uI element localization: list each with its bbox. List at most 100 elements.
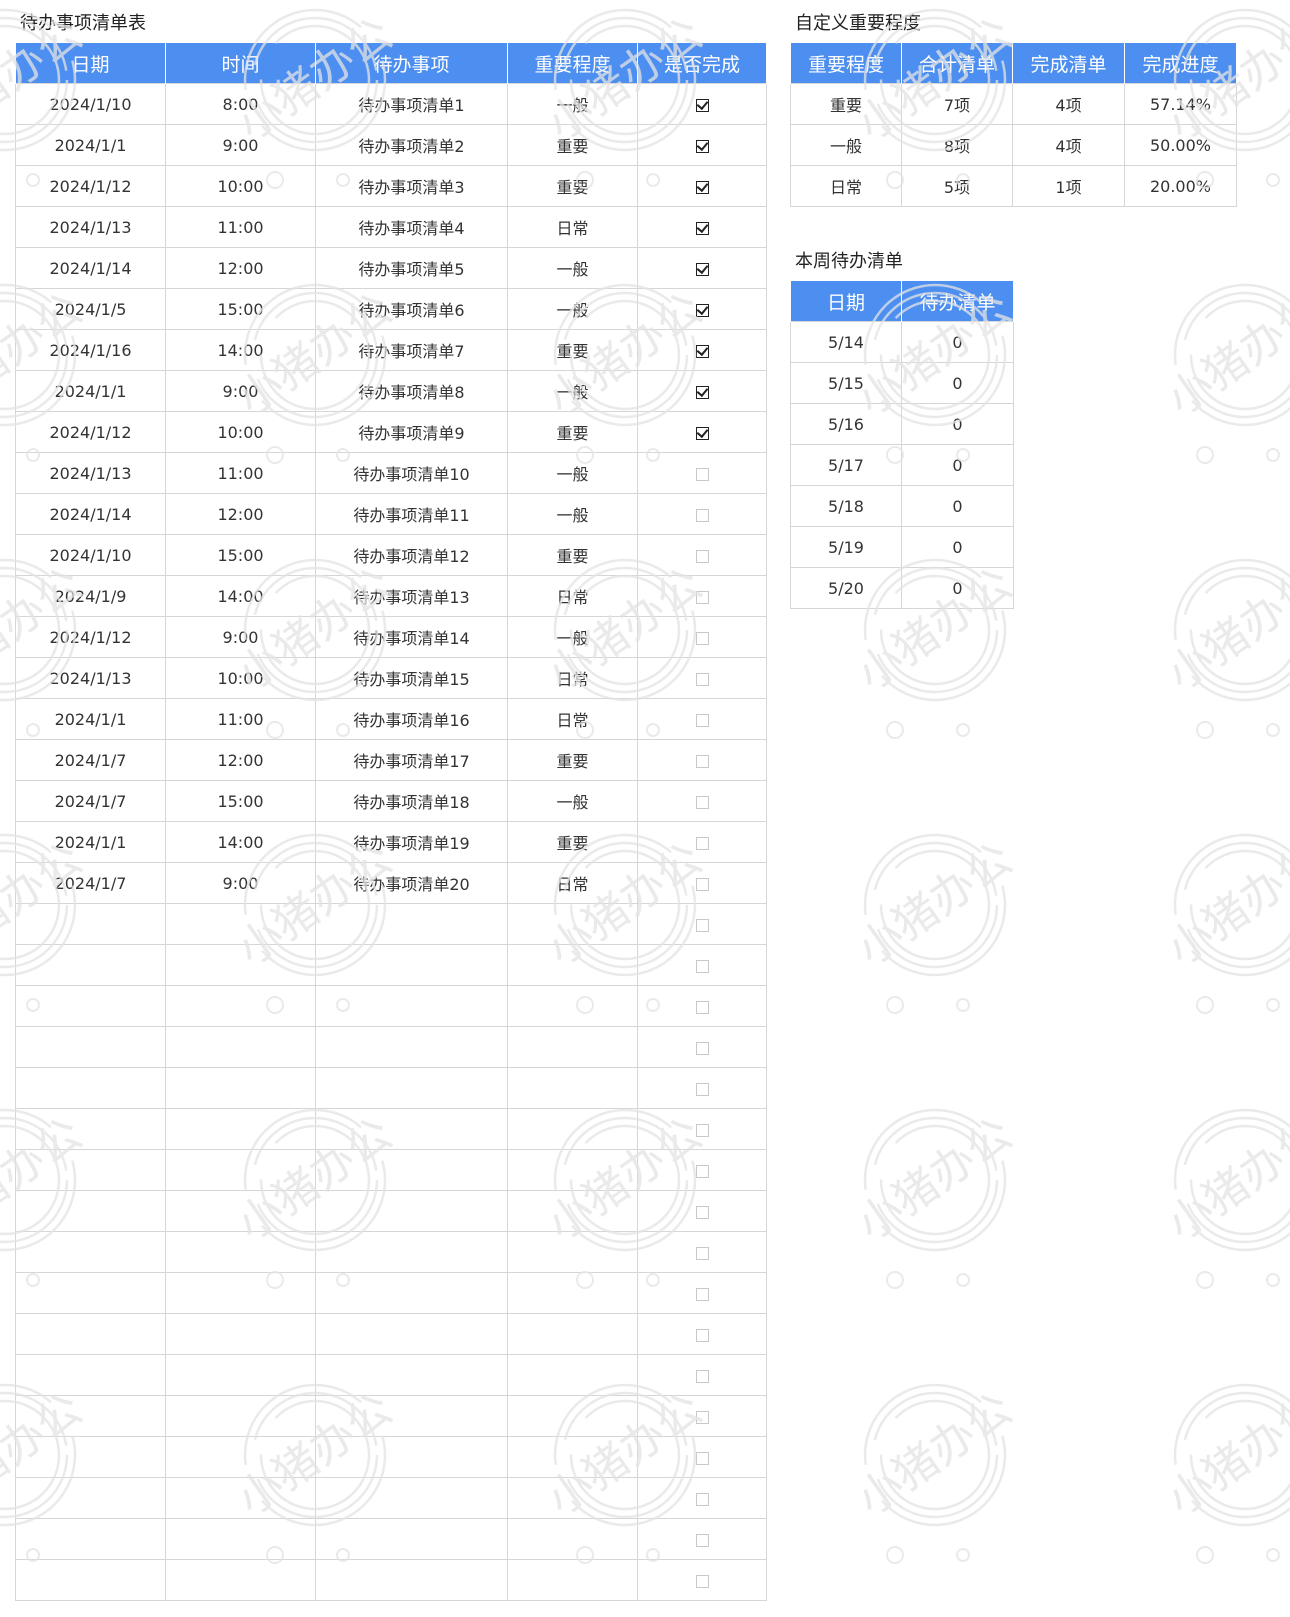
checkbox-checked[interactable]: [695, 139, 709, 153]
todo-item-cell[interactable]: [315, 1436, 508, 1478]
todo-priority-cell[interactable]: 重要: [507, 165, 638, 207]
week-count-cell[interactable]: 0: [901, 444, 1014, 486]
todo-priority-cell[interactable]: [507, 985, 638, 1027]
checkbox-unchecked[interactable]: [695, 1123, 709, 1137]
todo-priority-cell[interactable]: [507, 1436, 638, 1478]
todo-item-cell[interactable]: 待办事项清单6: [315, 288, 508, 330]
todo-date-cell[interactable]: [15, 985, 166, 1027]
todo-item-cell[interactable]: [315, 1026, 508, 1068]
todo-priority-cell[interactable]: 日常: [507, 657, 638, 699]
todo-item-cell[interactable]: 待办事项清单16: [315, 698, 508, 740]
header-total[interactable]: 合计清单: [901, 43, 1013, 84]
todo-time-cell[interactable]: [165, 1313, 316, 1355]
todo-priority-cell[interactable]: [507, 1067, 638, 1109]
todo-item-cell[interactable]: [315, 985, 508, 1027]
todo-priority-cell[interactable]: 重要: [507, 124, 638, 166]
checkbox-unchecked[interactable]: [695, 467, 709, 481]
todo-priority-cell[interactable]: 日常: [507, 698, 638, 740]
todo-date-cell[interactable]: [15, 1313, 166, 1355]
todo-time-cell[interactable]: 10:00: [165, 411, 316, 453]
header-week-count[interactable]: 待办清单: [901, 281, 1014, 322]
checkbox-checked[interactable]: [695, 180, 709, 194]
header-week-date[interactable]: 日期: [790, 281, 902, 322]
todo-item-cell[interactable]: [315, 1231, 508, 1273]
todo-item-cell[interactable]: 待办事项清单13: [315, 575, 508, 617]
todo-item-cell[interactable]: 待办事项清单20: [315, 862, 508, 904]
todo-date-cell[interactable]: 2024/1/5: [15, 288, 166, 330]
checkbox-checked[interactable]: [695, 344, 709, 358]
todo-priority-cell[interactable]: 日常: [507, 862, 638, 904]
todo-date-cell[interactable]: [15, 1559, 166, 1601]
checkbox-unchecked[interactable]: [695, 590, 709, 604]
todo-item-cell[interactable]: 待办事项清单14: [315, 616, 508, 658]
todo-date-cell[interactable]: 2024/1/1: [15, 698, 166, 740]
checkbox-unchecked[interactable]: [695, 1574, 709, 1588]
todo-date-cell[interactable]: [15, 1190, 166, 1232]
priority-progress-cell[interactable]: 50.00%: [1124, 124, 1237, 166]
priority-level-cell[interactable]: 重要: [790, 83, 902, 125]
checkbox-unchecked[interactable]: [695, 549, 709, 563]
checkbox-unchecked[interactable]: [695, 877, 709, 891]
header-progress[interactable]: 完成进度: [1124, 43, 1237, 84]
checkbox-unchecked[interactable]: [695, 508, 709, 522]
checkbox-unchecked[interactable]: [695, 1246, 709, 1260]
todo-item-cell[interactable]: 待办事项清单4: [315, 206, 508, 248]
todo-date-cell[interactable]: [15, 1272, 166, 1314]
todo-item-cell[interactable]: [315, 903, 508, 945]
todo-date-cell[interactable]: 2024/1/1: [15, 821, 166, 863]
todo-date-cell[interactable]: 2024/1/12: [15, 616, 166, 658]
todo-date-cell[interactable]: 2024/1/14: [15, 493, 166, 535]
todo-time-cell[interactable]: [165, 1477, 316, 1519]
todo-priority-cell[interactable]: [507, 1354, 638, 1396]
todo-date-cell[interactable]: [15, 1518, 166, 1560]
header-done[interactable]: 是否完成: [637, 43, 767, 84]
todo-date-cell[interactable]: [15, 1067, 166, 1109]
todo-date-cell[interactable]: [15, 903, 166, 945]
priority-done-cell[interactable]: 1项: [1012, 165, 1125, 207]
todo-time-cell[interactable]: 14:00: [165, 329, 316, 371]
todo-item-cell[interactable]: [315, 944, 508, 986]
priority-progress-cell[interactable]: 20.00%: [1124, 165, 1237, 207]
todo-time-cell[interactable]: [165, 1149, 316, 1191]
todo-time-cell[interactable]: [165, 1559, 316, 1601]
checkbox-unchecked[interactable]: [695, 713, 709, 727]
todo-item-cell[interactable]: 待办事项清单12: [315, 534, 508, 576]
todo-item-cell[interactable]: 待办事项清单9: [315, 411, 508, 453]
todo-priority-cell[interactable]: [507, 1477, 638, 1519]
todo-time-cell[interactable]: [165, 1190, 316, 1232]
todo-priority-cell[interactable]: 日常: [507, 575, 638, 617]
todo-date-cell[interactable]: [15, 1149, 166, 1191]
week-count-cell[interactable]: 0: [901, 526, 1014, 568]
todo-priority-cell[interactable]: [507, 1231, 638, 1273]
todo-date-cell[interactable]: 2024/1/13: [15, 206, 166, 248]
todo-time-cell[interactable]: [165, 1436, 316, 1478]
week-count-cell[interactable]: 0: [901, 362, 1014, 404]
todo-time-cell[interactable]: 12:00: [165, 247, 316, 289]
todo-time-cell[interactable]: [165, 1354, 316, 1396]
todo-item-cell[interactable]: [315, 1149, 508, 1191]
todo-priority-cell[interactable]: [507, 1026, 638, 1068]
checkbox-unchecked[interactable]: [695, 1492, 709, 1506]
week-date-cell[interactable]: 5/15: [790, 362, 902, 404]
todo-time-cell[interactable]: 11:00: [165, 452, 316, 494]
todo-time-cell[interactable]: [165, 1108, 316, 1150]
todo-time-cell[interactable]: 15:00: [165, 534, 316, 576]
todo-time-cell[interactable]: 9:00: [165, 862, 316, 904]
todo-item-cell[interactable]: 待办事项清单17: [315, 739, 508, 781]
todo-item-cell[interactable]: 待办事项清单19: [315, 821, 508, 863]
todo-priority-cell[interactable]: [507, 903, 638, 945]
todo-item-cell[interactable]: [315, 1190, 508, 1232]
todo-priority-cell[interactable]: 一般: [507, 493, 638, 535]
todo-time-cell[interactable]: 12:00: [165, 739, 316, 781]
priority-total-cell[interactable]: 5项: [901, 165, 1013, 207]
todo-priority-cell[interactable]: 一般: [507, 780, 638, 822]
checkbox-unchecked[interactable]: [695, 631, 709, 645]
todo-time-cell[interactable]: [165, 985, 316, 1027]
week-date-cell[interactable]: 5/18: [790, 485, 902, 527]
todo-priority-cell[interactable]: 重要: [507, 821, 638, 863]
todo-item-cell[interactable]: 待办事项清单2: [315, 124, 508, 166]
todo-date-cell[interactable]: [15, 1231, 166, 1273]
todo-date-cell[interactable]: [15, 1477, 166, 1519]
checkbox-checked[interactable]: [695, 262, 709, 276]
todo-priority-cell[interactable]: 日常: [507, 206, 638, 248]
